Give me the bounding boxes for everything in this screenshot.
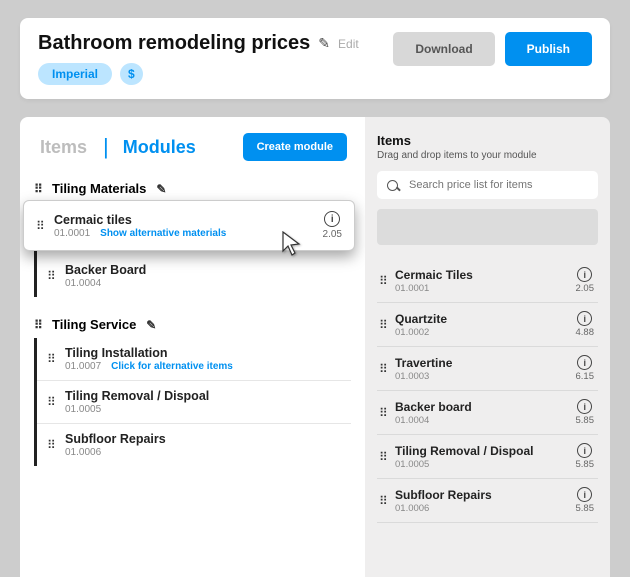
edit-label[interactable]: Edit: [338, 37, 359, 51]
list-item[interactable]: Subfloor Repairs01.0006 i5.85: [377, 479, 598, 523]
tab-modules[interactable]: Modules: [121, 137, 198, 158]
module-item[interactable]: Tiling Removal / Dispoal 01.0005: [37, 381, 351, 424]
tab-items[interactable]: Items: [38, 137, 89, 158]
item-name: Quartzite: [395, 312, 447, 326]
drag-icon[interactable]: [34, 183, 44, 195]
list-item[interactable]: Quartzite01.0002 i4.88: [377, 303, 598, 347]
panel-hint: Drag and drop items to your module: [377, 150, 598, 161]
item-price: 2.05: [323, 229, 342, 240]
item-code: 01.0007: [65, 361, 101, 372]
module-group: Tiling Service ✎ Tiling Installation 01.…: [20, 317, 365, 466]
item-price: 6.15: [576, 371, 595, 382]
download-button[interactable]: Download: [393, 32, 494, 66]
item-name: Cermaic tiles: [54, 213, 226, 227]
panel-title: Items: [377, 133, 598, 148]
item-code: 01.0001: [395, 283, 473, 294]
info-icon[interactable]: i: [577, 487, 592, 502]
alternative-link[interactable]: Click for alternative items: [111, 361, 233, 372]
item-code: 01.0004: [65, 278, 101, 289]
drag-icon[interactable]: [34, 319, 44, 331]
edit-icon[interactable]: ✎: [146, 318, 156, 332]
item-price: 5.85: [576, 459, 595, 470]
module-group: Tiling Materials ✎ Cermaic tiles 01.0001…: [20, 181, 365, 297]
drag-icon[interactable]: [379, 495, 389, 507]
drag-icon[interactable]: [379, 319, 389, 331]
module-item-dragging[interactable]: Cermaic tiles 01.0001 Show alternative m…: [23, 200, 355, 251]
item-price: 5.85: [576, 415, 595, 426]
item-code: 01.0006: [395, 503, 492, 514]
item-price: 4.88: [576, 327, 595, 338]
drop-placeholder: [377, 209, 598, 245]
item-price: 5.85: [576, 503, 595, 514]
cursor-icon: [282, 231, 304, 262]
list-item[interactable]: Cermaic Tiles01.0001 i2.05: [377, 259, 598, 303]
page-title: Bathroom remodeling prices: [38, 32, 310, 55]
header-left: Bathroom remodeling prices ✎ Edit Imperi…: [38, 32, 359, 85]
drag-icon[interactable]: [379, 407, 389, 419]
left-panel: Items | Modules Create module Tiling Mat…: [20, 117, 365, 577]
edit-icon[interactable]: ✎: [156, 182, 166, 196]
drag-icon[interactable]: [379, 451, 389, 463]
list-item[interactable]: Backer board01.0004 i5.85: [377, 391, 598, 435]
item-name: Tiling Removal / Dispoal: [65, 389, 209, 403]
module-item[interactable]: Subfloor Repairs 01.0006: [37, 424, 351, 466]
drag-icon[interactable]: [379, 275, 389, 287]
drag-icon[interactable]: [379, 363, 389, 375]
group-title: Tiling Materials: [52, 181, 146, 196]
list-item[interactable]: Travertine01.0003 i6.15: [377, 347, 598, 391]
item-code: 01.0002: [395, 327, 447, 338]
item-name: Travertine: [395, 356, 452, 370]
header-card: Bathroom remodeling prices ✎ Edit Imperi…: [20, 18, 610, 99]
item-name: Tiling Installation: [65, 346, 233, 360]
list-item[interactable]: Tiling Removal / Dispoal01.0005 i5.85: [377, 435, 598, 479]
item-name: Subfloor Repairs: [395, 488, 492, 502]
search-icon: [387, 178, 401, 192]
tab-separator: |: [103, 134, 109, 160]
item-name: Cermaic Tiles: [395, 268, 473, 282]
drag-icon[interactable]: [47, 353, 57, 365]
publish-button[interactable]: Publish: [505, 32, 592, 66]
item-name: Tiling Removal / Dispoal: [395, 444, 533, 458]
item-code: 01.0005: [395, 459, 533, 470]
edit-icon[interactable]: ✎: [318, 35, 330, 52]
item-code: 01.0005: [65, 404, 101, 415]
info-icon[interactable]: i: [577, 399, 592, 414]
info-icon[interactable]: i: [577, 355, 592, 370]
alternative-link[interactable]: Show alternative materials: [100, 228, 226, 239]
info-icon[interactable]: i: [324, 211, 340, 227]
item-code: 01.0006: [65, 447, 101, 458]
group-title: Tiling Service: [52, 317, 136, 332]
drag-icon[interactable]: [36, 220, 46, 232]
info-icon[interactable]: i: [577, 267, 592, 282]
create-module-button[interactable]: Create module: [243, 133, 347, 161]
item-name: Subfloor Repairs: [65, 432, 166, 446]
drag-icon[interactable]: [47, 396, 57, 408]
items-panel: Items Drag and drop items to your module…: [365, 117, 610, 577]
item-name: Backer board: [395, 400, 472, 414]
search-box[interactable]: [377, 171, 598, 199]
main-area: Items | Modules Create module Tiling Mat…: [20, 117, 610, 577]
drag-icon[interactable]: [47, 270, 57, 282]
chip-currency[interactable]: $: [120, 63, 143, 85]
info-icon[interactable]: i: [577, 443, 592, 458]
item-code: 01.0003: [395, 371, 452, 382]
drag-icon[interactable]: [47, 439, 57, 451]
item-code: 01.0004: [395, 415, 472, 426]
info-icon[interactable]: i: [577, 311, 592, 326]
panel-item-list: Cermaic Tiles01.0001 i2.05 Quartzite01.0…: [377, 259, 598, 523]
item-price: 2.05: [576, 283, 595, 294]
item-name: Backer Board: [65, 263, 146, 277]
item-code: 01.0001: [54, 228, 90, 239]
chip-imperial[interactable]: Imperial: [38, 63, 112, 85]
search-input[interactable]: [409, 179, 588, 191]
module-item[interactable]: Tiling Installation 01.0007 Click for al…: [37, 338, 351, 381]
